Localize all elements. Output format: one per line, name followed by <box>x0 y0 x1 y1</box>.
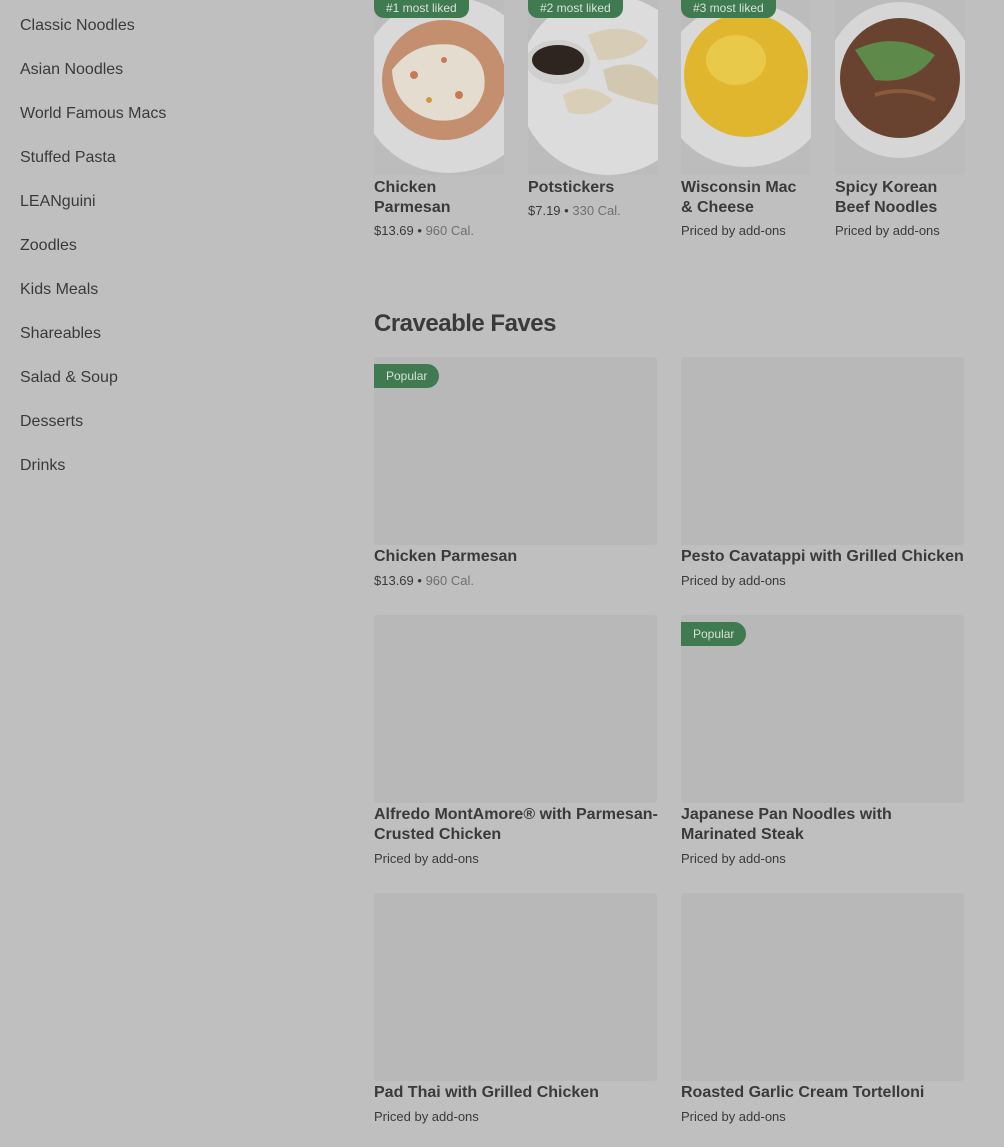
food-image <box>528 0 658 175</box>
sidebar-item-zoodles[interactable]: Zoodles <box>20 237 77 255</box>
price-line: $13.69 • 960 Cal. <box>374 223 474 238</box>
item-name: Spicy Korean Beef Noodles <box>835 179 938 216</box>
most-liked-badge: #1 most liked <box>374 0 469 18</box>
sidebar-item-leanguini[interactable]: LEANguini <box>20 193 96 211</box>
korean-beef-noodles-image <box>835 0 965 175</box>
chicken-parmesan-image <box>374 0 504 175</box>
food-image-placeholder <box>374 615 657 803</box>
sidebar-item-classic-noodles[interactable]: Classic Noodles <box>20 17 135 35</box>
most-liked-badge: #3 most liked <box>681 0 776 18</box>
price: $7.19 <box>528 203 561 218</box>
price-line: Priced by add-ons <box>681 223 786 238</box>
price: $13.69 <box>374 573 414 588</box>
item-name: Japanese Pan Noodles with Marinated Stea… <box>681 806 892 843</box>
sidebar-item-desserts[interactable]: Desserts <box>20 413 83 431</box>
food-image-placeholder <box>681 357 964 545</box>
calories: 960 Cal. <box>425 223 474 238</box>
food-image <box>835 0 965 175</box>
potstickers-image <box>528 0 658 175</box>
calories: 330 Cal. <box>572 203 621 218</box>
item-name: Roasted Garlic Cream Tortelloni <box>681 1084 925 1101</box>
item-name: Potstickers <box>528 179 615 196</box>
food-image-placeholder <box>681 893 964 1081</box>
food-image <box>681 0 811 175</box>
item-name: Wisconsin Mac & Cheese <box>681 179 797 216</box>
sidebar-item-asian-noodles[interactable]: Asian Noodles <box>20 61 123 79</box>
calories: 960 Cal. <box>425 573 474 588</box>
item-name: Alfredo MontAmore® with Parmesan-Crusted… <box>374 806 658 843</box>
price-line: $13.69 • 960 Cal. <box>374 573 474 588</box>
price-line: Priced by add-ons <box>835 223 940 238</box>
separator: • <box>564 203 569 218</box>
price-line: Priced by add-ons <box>681 851 786 866</box>
price-line: Priced by add-ons <box>374 851 479 866</box>
sidebar-item-salad-soup[interactable]: Salad & Soup <box>20 369 118 387</box>
section-title: Craveable Faves <box>374 310 556 337</box>
food-image <box>374 0 504 175</box>
sidebar-item-shareables[interactable]: Shareables <box>20 325 101 343</box>
sidebar-item-drinks[interactable]: Drinks <box>20 457 65 475</box>
popular-badge: Popular <box>681 622 747 646</box>
item-name: Pad Thai with Grilled Chicken <box>374 1084 599 1101</box>
food-image-placeholder <box>374 893 657 1081</box>
mac-and-cheese-image <box>681 0 811 175</box>
price-line: $7.19 • 330 Cal. <box>528 203 621 218</box>
price-line: Priced by add-ons <box>681 1109 786 1124</box>
separator: • <box>417 573 422 588</box>
item-name: Chicken Parmesan <box>374 548 518 565</box>
price-line: Priced by add-ons <box>681 573 786 588</box>
sidebar-item-kids-meals[interactable]: Kids Meals <box>20 281 98 299</box>
sidebar-item-stuffed-pasta[interactable]: Stuffed Pasta <box>20 149 116 167</box>
item-name: Pesto Cavatappi with Grilled Chicken <box>681 548 964 565</box>
most-liked-badge: #2 most liked <box>528 0 623 18</box>
separator: • <box>417 223 422 238</box>
sidebar-item-world-famous-macs[interactable]: World Famous Macs <box>20 105 166 123</box>
popular-badge: Popular <box>374 364 440 388</box>
price-line: Priced by add-ons <box>374 1109 479 1124</box>
price: $13.69 <box>374 223 414 238</box>
item-name: Chicken Parmesan <box>374 179 451 216</box>
